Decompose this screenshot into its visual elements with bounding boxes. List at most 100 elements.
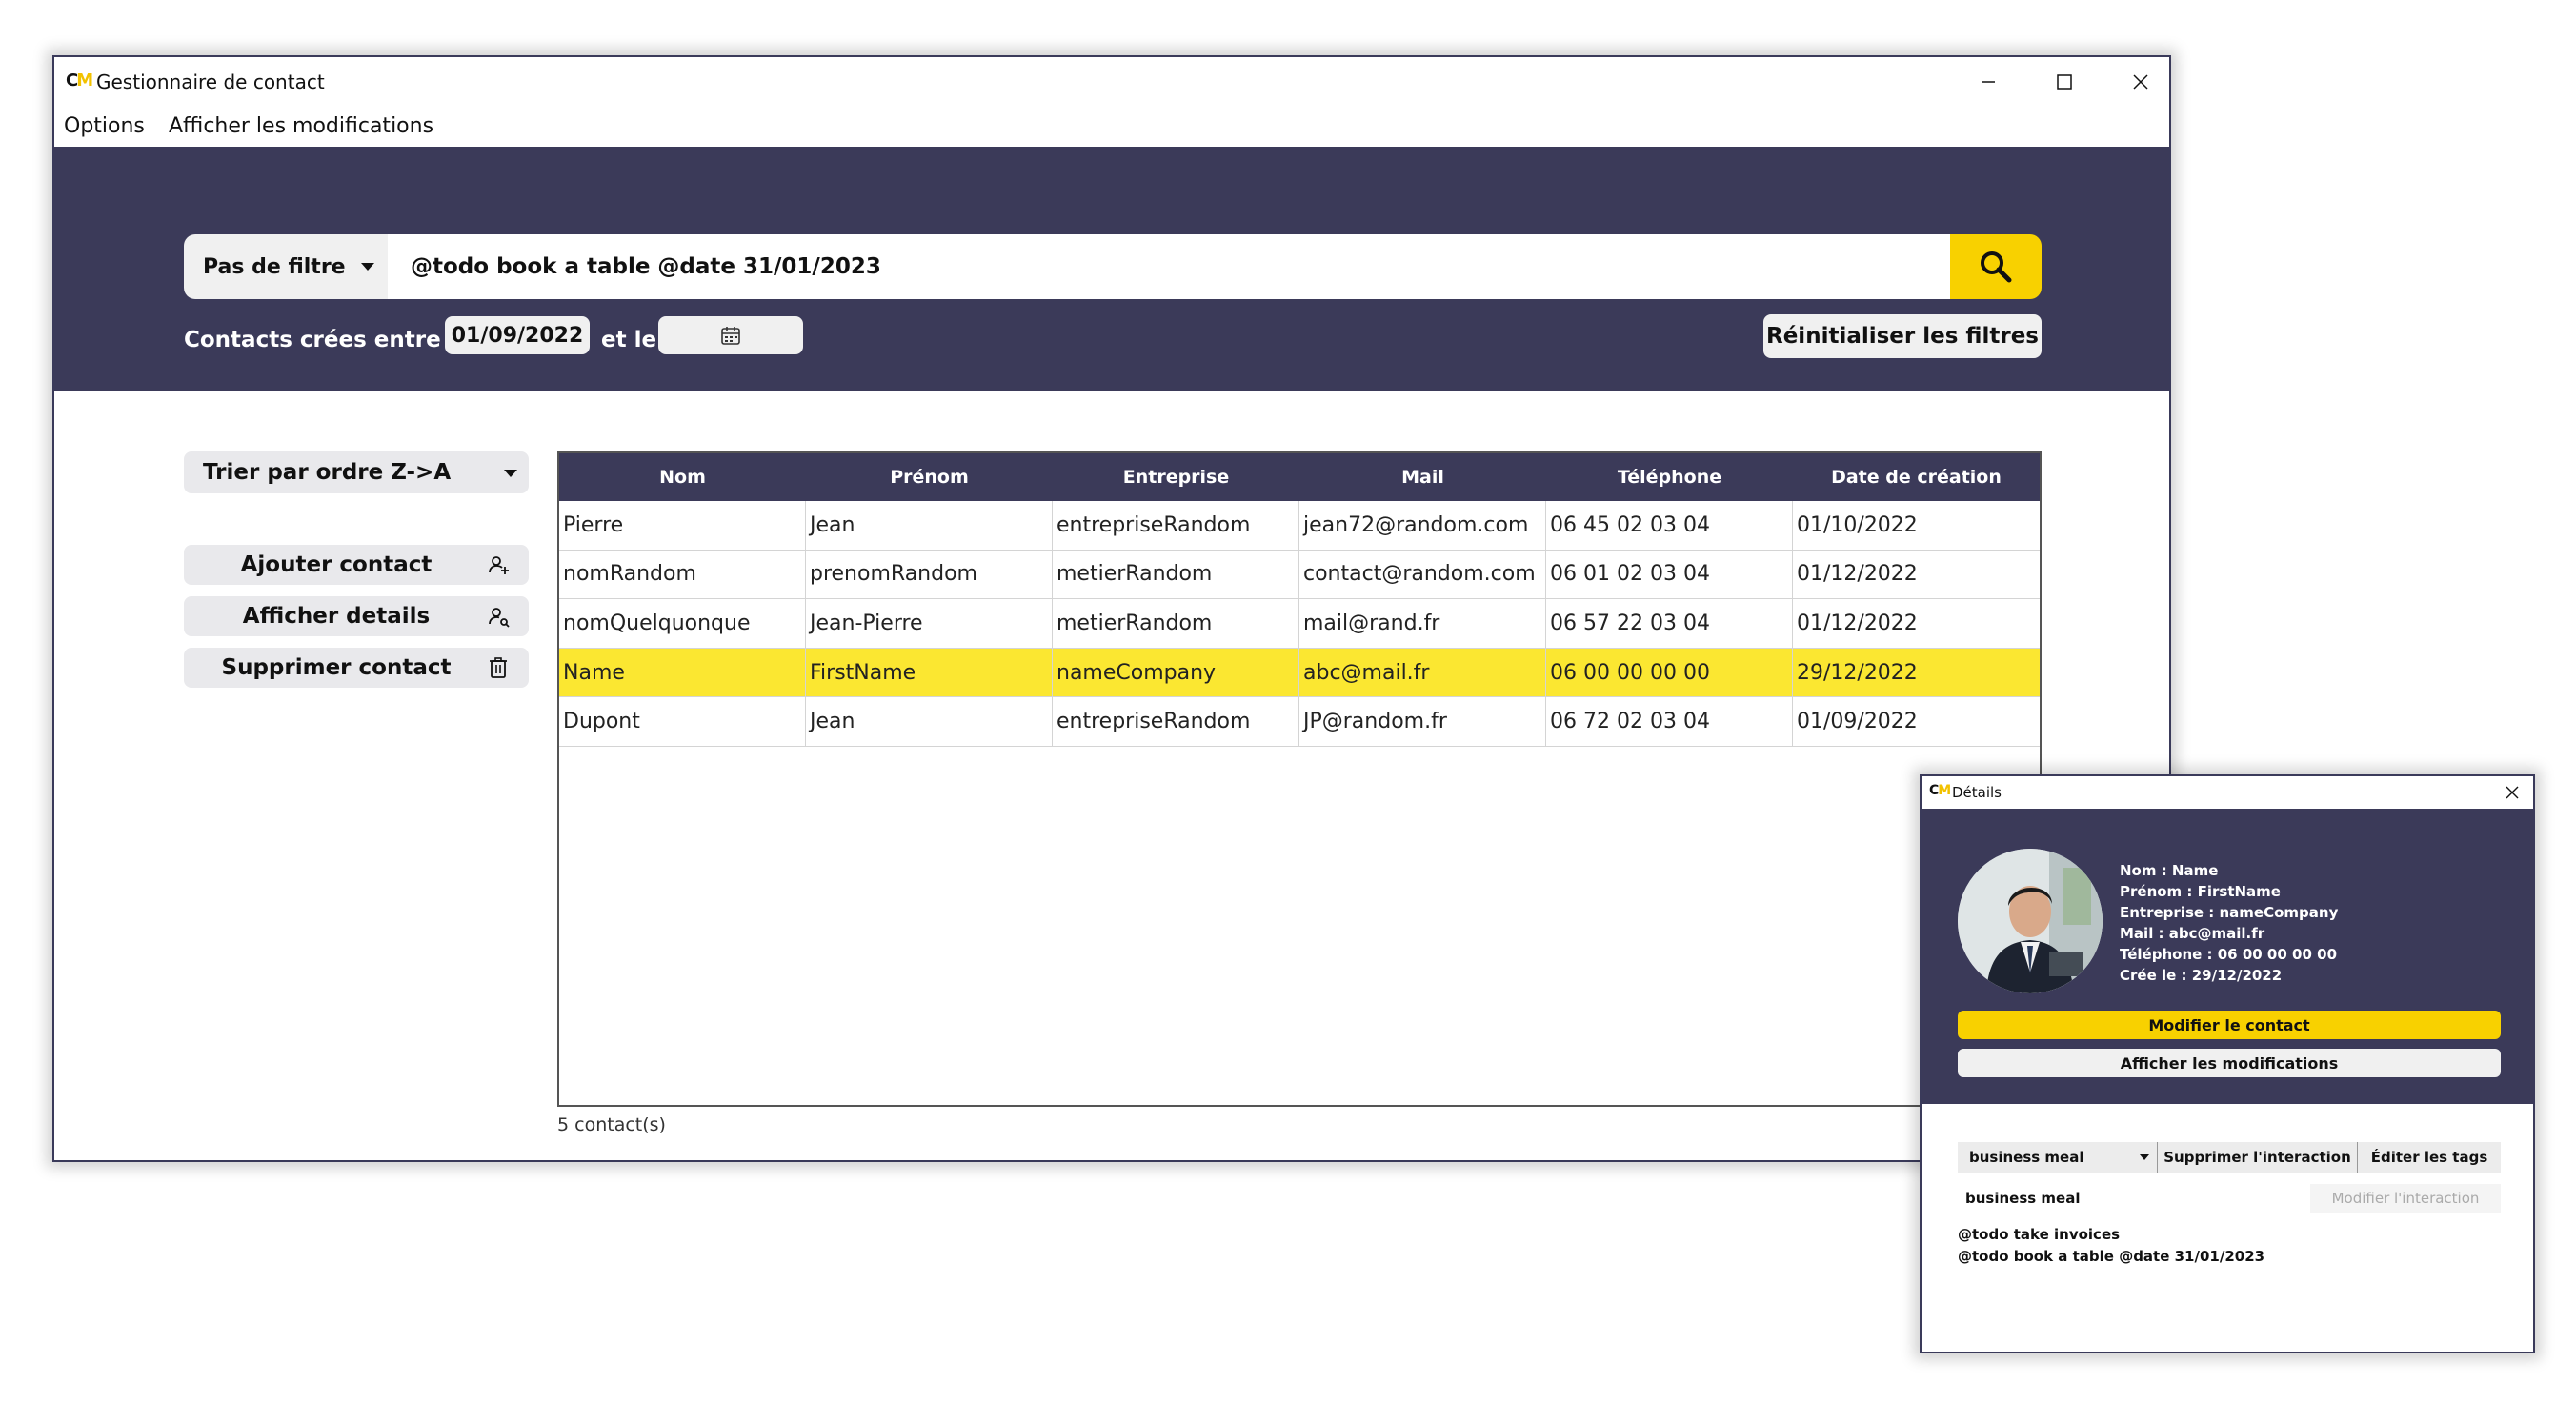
table-cell: entrepriseRandom xyxy=(1053,697,1299,746)
interaction-toolbar: business meal Supprimer l'interaction Éd… xyxy=(1958,1142,2501,1173)
app-logo: CM xyxy=(66,70,93,90)
show-details-button[interactable]: Afficher details xyxy=(184,596,529,636)
filter-type-select[interactable]: Pas de filtre xyxy=(184,234,388,299)
menu-bar: Options Afficher les modifications xyxy=(54,107,2169,150)
table-cell: Jean xyxy=(806,501,1053,550)
table-cell: 01/12/2022 xyxy=(1797,611,1918,635)
table-body: Pierre Jean entrepriseRandom jean72@rand… xyxy=(559,501,2040,747)
details-title: Détails xyxy=(1952,784,2002,801)
table-cell: Dupont xyxy=(559,697,806,746)
table-cell: jean72@random.com xyxy=(1299,501,1546,550)
add-contact-button[interactable]: Ajouter contact xyxy=(184,545,529,585)
trash-icon xyxy=(490,657,507,678)
delete-interaction-button[interactable]: Supprimer l'interaction xyxy=(2158,1142,2358,1173)
search-input[interactable]: @todo book a table @date 31/01/2023 xyxy=(388,234,1950,299)
note-line: @todo book a table @date 31/01/2023 xyxy=(1958,1248,2265,1265)
table-cell: mail@rand.fr xyxy=(1299,599,1546,648)
note-line: @todo take invoices xyxy=(1958,1226,2121,1243)
table-cell: nomRandom xyxy=(559,550,806,599)
table-cell: metierRandom xyxy=(1053,550,1299,599)
reset-filters-button[interactable]: Réinitialiser les filtres xyxy=(1763,314,2042,358)
table-row[interactable]: Dupont Jean entrepriseRandom JP@random.f… xyxy=(559,697,2040,747)
app-logo: CM xyxy=(1929,783,1951,798)
table-row[interactable]: Pierre Jean entrepriseRandom jean72@rand… xyxy=(559,501,2040,551)
table-cell: 01/12/2022 xyxy=(1797,562,1918,587)
menu-show-changes[interactable]: Afficher les modifications xyxy=(169,114,433,138)
interaction-notes: @todo take invoices @todo book a table @… xyxy=(1958,1224,2264,1268)
table-cell: metierRandom xyxy=(1053,599,1299,648)
details-title-bar: CM Détails xyxy=(1922,776,2533,809)
detail-created: Crée le : 29/12/2022 xyxy=(2120,967,2283,984)
column-header-telephone[interactable]: Téléphone xyxy=(1546,453,1793,501)
date-to-field[interactable] xyxy=(658,316,803,354)
chevron-down-icon xyxy=(2140,1154,2149,1160)
minimize-button[interactable] xyxy=(1960,65,2017,99)
column-header-mail[interactable]: Mail xyxy=(1299,453,1546,501)
search-button[interactable] xyxy=(1950,234,2042,299)
close-icon xyxy=(2133,74,2148,90)
chevron-down-icon xyxy=(361,263,374,271)
table-cell: FirstName xyxy=(806,648,1053,697)
table-cell: abc@mail.fr xyxy=(1299,648,1546,697)
delete-contact-label: Supprimer contact xyxy=(221,655,452,680)
table-cell: Jean xyxy=(806,697,1053,746)
table-header: Nom Prénom Entreprise Mail Téléphone Dat… xyxy=(559,453,2040,501)
table-row[interactable]: nomQuelquonque Jean-Pierre metierRandom … xyxy=(559,599,2040,649)
delete-contact-button[interactable]: Supprimer contact xyxy=(184,648,529,688)
edit-tags-button[interactable]: Éditer les tags xyxy=(2358,1142,2501,1173)
contacts-table: Nom Prénom Entreprise Mail Téléphone Dat… xyxy=(557,451,2042,1107)
column-header-entreprise[interactable]: Entreprise xyxy=(1053,453,1299,501)
show-details-label: Afficher details xyxy=(242,604,431,629)
detail-prenom: Prénom : FirstName xyxy=(2120,883,2281,900)
add-user-icon xyxy=(489,556,509,574)
table-cell: 01/09/2022 xyxy=(1797,710,1918,734)
table-cell: JP@random.fr xyxy=(1299,697,1546,746)
contact-count: 5 contact(s) xyxy=(557,1114,666,1135)
table-cell: 06 00 00 00 00 xyxy=(1546,648,1793,697)
main-window: CM Gestionnaire de contact Options Affic… xyxy=(52,55,2171,1162)
detail-mail: Mail : abc@mail.fr xyxy=(2120,925,2265,942)
window-title: Gestionnaire de contact xyxy=(96,70,325,93)
user-search-icon xyxy=(489,608,510,628)
modify-interaction-button[interactable]: Modifier l'interaction xyxy=(2310,1184,2501,1213)
table-cell: Name xyxy=(559,648,806,697)
search-icon xyxy=(1981,251,2012,283)
title-bar: CM Gestionnaire de contact xyxy=(54,57,2169,107)
table-cell: Jean-Pierre xyxy=(806,599,1053,648)
table-cell: 06 72 02 03 04 xyxy=(1546,697,1793,746)
interaction-input[interactable]: business meal xyxy=(1958,1184,2310,1213)
table-cell: 06 57 22 03 04 xyxy=(1546,599,1793,648)
close-button[interactable] xyxy=(2112,65,2169,99)
table-cell: prenomRandom xyxy=(806,550,1053,599)
date-range-label: Contacts crées entre le xyxy=(184,328,472,352)
interaction-edit-row: business meal Modifier l'interaction xyxy=(1958,1184,2501,1213)
table-cell: 06 01 02 03 04 xyxy=(1546,550,1793,599)
maximize-icon xyxy=(2057,74,2072,90)
table-row[interactable]: nomRandom prenomRandom metierRandom cont… xyxy=(559,550,2040,600)
close-icon[interactable] xyxy=(2505,785,2520,800)
table-row-selected[interactable]: Name FirstName nameCompany abc@mail.fr 0… xyxy=(559,648,2040,698)
date-and-label: et le xyxy=(601,328,657,352)
interaction-select[interactable]: business meal xyxy=(1958,1142,2158,1173)
date-from-field[interactable]: 01/09/2022 xyxy=(445,316,590,354)
maximize-button[interactable] xyxy=(2036,65,2093,99)
detail-nom: Nom : Name xyxy=(2120,862,2219,879)
table-cell: contact@random.com xyxy=(1299,550,1546,599)
interaction-select-value: business meal xyxy=(1969,1149,2084,1166)
column-header-date[interactable]: Date de création xyxy=(1793,453,2040,501)
sort-select[interactable]: Trier par ordre Z->A xyxy=(184,451,529,493)
sort-select-value: Trier par ordre Z->A xyxy=(203,460,452,485)
avatar xyxy=(1958,849,2103,993)
menu-options[interactable]: Options xyxy=(64,114,145,138)
table-cell: 06 45 02 03 04 xyxy=(1546,501,1793,550)
table-cell: entrepriseRandom xyxy=(1053,501,1299,550)
table-cell: nameCompany xyxy=(1053,648,1299,697)
edit-contact-button[interactable]: Modifier le contact xyxy=(1958,1011,2501,1039)
column-header-prenom[interactable]: Prénom xyxy=(806,453,1053,501)
table-cell: nomQuelquonque xyxy=(559,599,806,648)
show-changes-button[interactable]: Afficher les modifications xyxy=(1958,1049,2501,1077)
column-header-nom[interactable]: Nom xyxy=(559,453,806,501)
minimize-icon xyxy=(1982,81,1995,83)
calendar-icon xyxy=(721,327,740,345)
table-cell: 01/10/2022 xyxy=(1797,512,1918,537)
